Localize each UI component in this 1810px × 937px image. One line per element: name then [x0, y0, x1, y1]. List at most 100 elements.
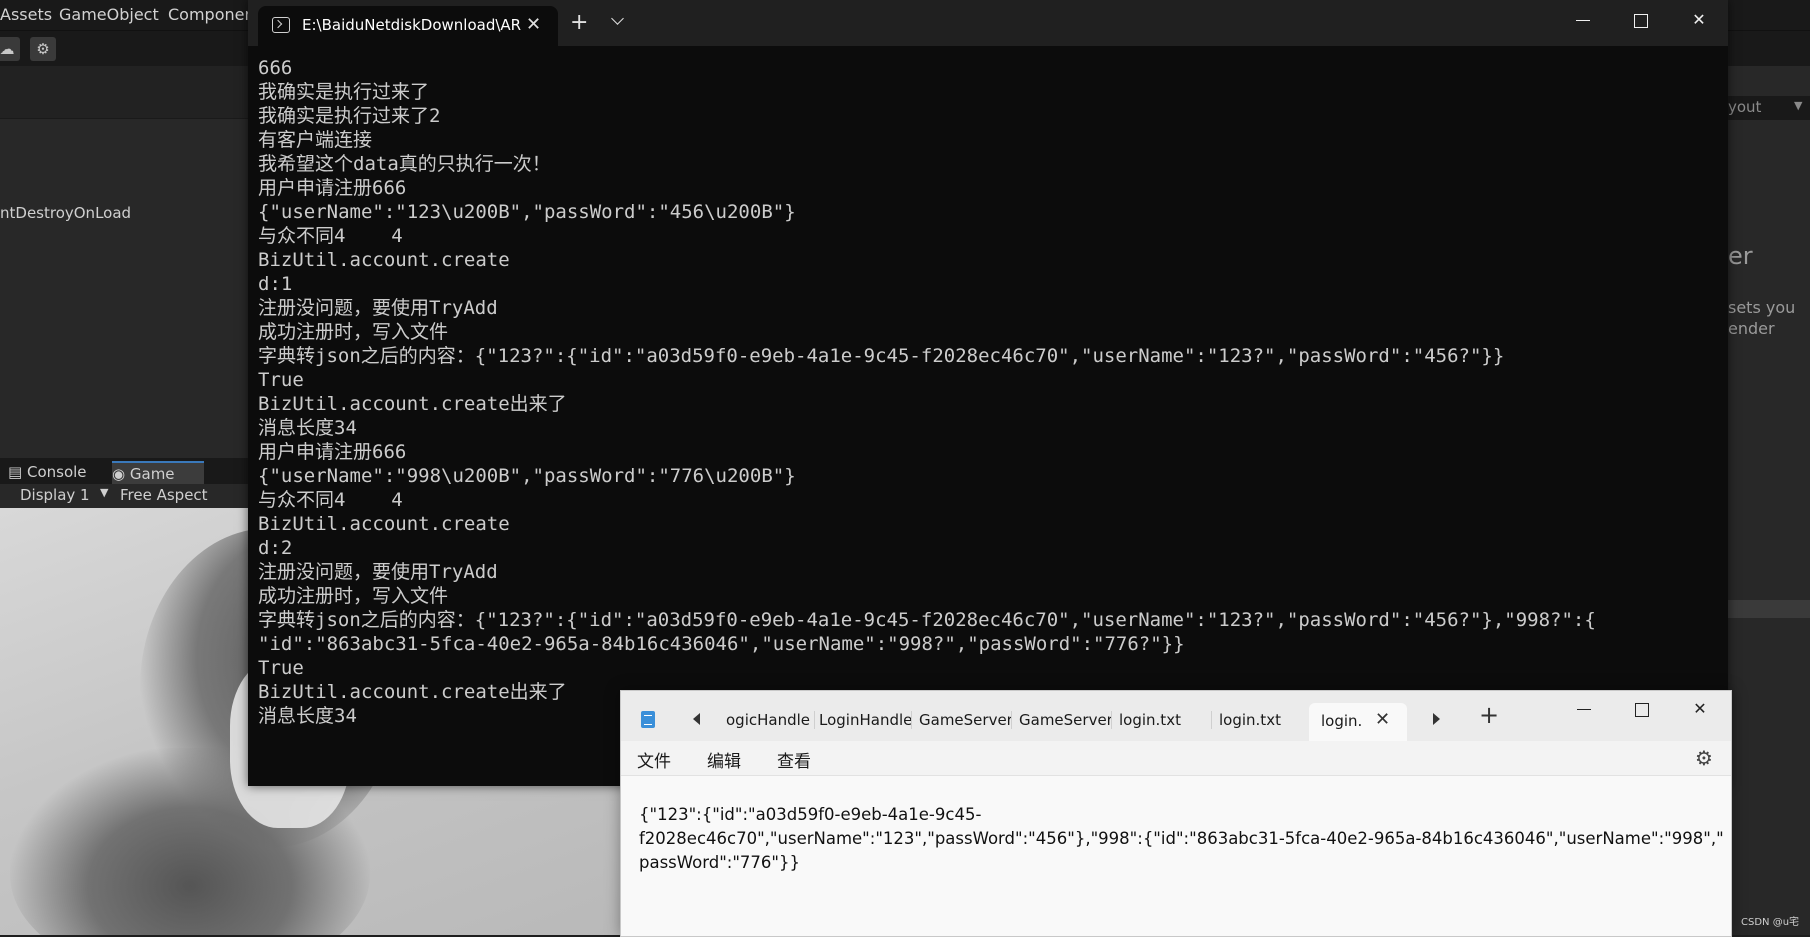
terminal-line: 有客户端连接: [258, 129, 373, 151]
chevron-down-icon[interactable]: [611, 12, 624, 25]
new-tab-button[interactable]: +: [1479, 701, 1499, 729]
inspector-row: [1728, 600, 1810, 618]
gamepad-icon: ◉: [112, 465, 126, 483]
close-button[interactable]: ✕: [1670, 0, 1728, 40]
terminal-line: 与众不同4 4: [258, 489, 403, 511]
notepad-tab[interactable]: login.txt: [1119, 711, 1212, 729]
editor-line: f2028ec46c70","userName":"123","passWord…: [639, 829, 1724, 848]
menu-gameobject[interactable]: GameObject: [59, 5, 159, 24]
terminal-line: {"userName":"998\u200B","passWord":"776\…: [258, 465, 796, 487]
gear-icon[interactable]: ⚙: [1695, 746, 1713, 770]
terminal-line: 我希望这个data真的只执行一次！: [258, 153, 551, 175]
notepad-tab[interactable]: GameServer.: [919, 711, 1012, 729]
close-icon[interactable]: ✕: [1375, 709, 1390, 730]
terminal-line: {"userName":"123\u200B","passWord":"456\…: [258, 201, 796, 223]
terminal-line: 注册没问题，要使用TryAdd: [258, 561, 498, 583]
notepad-tab[interactable]: GameServer.: [1019, 711, 1112, 729]
display-select[interactable]: Display 1: [20, 486, 90, 504]
maximize-button[interactable]: [1613, 691, 1671, 727]
notepad-tab-active[interactable]: login. ✕: [1309, 703, 1407, 741]
notepad-tab[interactable]: LoginHandle: [819, 711, 912, 729]
menu-edit[interactable]: 编辑: [707, 747, 741, 772]
tab-game-label: Game: [129, 465, 175, 483]
terminal-line: 字典转json之后的内容：{"123?":{"id":"a03d59f0-e9e…: [258, 345, 1505, 367]
notepad-titlebar: ogicHandle LoginHandle GameServer. GameS…: [621, 691, 1731, 741]
notepad-icon: [641, 711, 655, 728]
terminal-window: E:\BaiduNetdiskDownload\AR ✕ + ✕ 666 我确实是…: [248, 0, 1728, 786]
close-icon[interactable]: ✕: [526, 14, 541, 35]
layout-label: yout: [1728, 98, 1762, 116]
maximize-icon: [1634, 13, 1648, 28]
scroll-tabs-right-icon[interactable]: [1433, 713, 1440, 725]
menu-file[interactable]: 文件: [637, 747, 671, 772]
close-button[interactable]: ✕: [1671, 691, 1729, 727]
tab-game[interactable]: ◉ Game: [112, 461, 204, 485]
new-tab-button[interactable]: +: [570, 10, 588, 35]
terminal-line: BizUtil.account.create出来了: [258, 393, 567, 415]
game-tabs: ▤ Console ◉ Game: [0, 458, 250, 485]
terminal-tab[interactable]: E:\BaiduNetdiskDownload\AR ✕: [258, 6, 558, 46]
terminal-line: 成功注册时，写入文件: [258, 321, 449, 343]
inspector-panel: yout ▼ er sets you ender: [1728, 66, 1810, 935]
minimize-icon: [1577, 709, 1591, 710]
minimize-button[interactable]: [1555, 691, 1613, 727]
dropdown-arrow-icon[interactable]: ▼: [100, 486, 108, 499]
terminal-line: BizUtil.account.create: [258, 249, 510, 271]
terminal-line: d:1: [258, 273, 293, 295]
maximize-icon: [1635, 702, 1649, 717]
menu-assets[interactable]: Assets: [0, 5, 52, 24]
terminal-line: 我确实是执行过来了: [258, 81, 430, 103]
close-icon: ✕: [1692, 10, 1706, 29]
terminal-line: 与众不同4 4: [258, 225, 403, 247]
terminal-tab-title: E:\BaiduNetdiskDownload\AR: [302, 16, 522, 34]
terminal-line: 成功注册时，写入文件: [258, 585, 449, 607]
notepad-tab[interactable]: login.txt: [1219, 711, 1301, 729]
terminal-line: 用户申请注册666: [258, 177, 407, 199]
terminal-line: 666: [258, 57, 293, 79]
hierarchy-panel: ntDestroyOnLoad: [0, 66, 250, 460]
close-icon: ✕: [1693, 699, 1707, 718]
notepad-window: ogicHandle LoginHandle GameServer. GameS…: [620, 690, 1732, 937]
minimize-icon: [1576, 20, 1590, 21]
terminal-line: 字典转json之后的内容：{"123?":{"id":"a03d59f0-e9e…: [258, 609, 1596, 631]
inspector-heading: er: [1728, 242, 1753, 270]
game-view-toolbar: Display 1 ▼ Free Aspect: [0, 484, 250, 508]
hierarchy-search[interactable]: [0, 92, 250, 119]
terminal-line: 注册没问题，要使用TryAdd: [258, 297, 498, 319]
menu-view[interactable]: 查看: [777, 747, 811, 772]
terminal-line: BizUtil.account.create: [258, 513, 510, 535]
scroll-tabs-left-icon[interactable]: [693, 713, 700, 725]
terminal-line: 我确实是执行过来了2: [258, 105, 441, 127]
editor-line: {"123":{"id":"a03d59f0-e9eb-4a1e-9c45-: [639, 805, 982, 824]
editor-line: passWord":"776"}}: [639, 853, 801, 872]
notepad-editor[interactable]: {"123":{"id":"a03d59f0-e9eb-4a1e-9c45- f…: [639, 803, 1724, 875]
dropdown-arrow-icon: ▼: [1794, 99, 1803, 112]
notepad-tab[interactable]: ogicHandle: [726, 711, 815, 729]
cloud-icon[interactable]: ☁: [0, 37, 20, 61]
hierarchy-item[interactable]: ntDestroyOnLoad: [0, 204, 131, 222]
watermark: CSDN @u宅: [1741, 917, 1800, 928]
inspector-text: ender: [1728, 319, 1775, 338]
hierarchy-header: [0, 66, 250, 93]
terminal-line: True: [258, 657, 304, 679]
layout-dropdown[interactable]: yout ▼: [1728, 96, 1810, 120]
notepad-tab-active-label: login.: [1321, 712, 1363, 730]
menu-component[interactable]: Componen: [168, 5, 255, 24]
terminal-output[interactable]: 666 我确实是执行过来了 我确实是执行过来了2 有客户端连接 我希望这个data真的只…: [258, 56, 1718, 728]
tab-console-label: Console: [26, 463, 87, 481]
inspector-text: sets you: [1728, 298, 1796, 317]
console-icon: ▤: [8, 463, 23, 481]
terminal-line: 消息长度34: [258, 417, 357, 439]
settings-icon[interactable]: ⚙: [30, 37, 56, 61]
terminal-line: True: [258, 369, 304, 391]
terminal-titlebar: E:\BaiduNetdiskDownload\AR ✕ + ✕: [248, 0, 1728, 46]
maximize-button[interactable]: [1612, 0, 1670, 40]
minimize-button[interactable]: [1554, 0, 1612, 40]
terminal-line: d:2: [258, 537, 293, 559]
terminal-icon: [272, 17, 290, 33]
terminal-line: 用户申请注册666: [258, 441, 407, 463]
tab-console[interactable]: ▤ Console: [8, 461, 108, 483]
aspect-select[interactable]: Free Aspect: [120, 486, 208, 504]
terminal-line: "id":"863abc31-5fca-40e2-965a-84b16c4360…: [258, 633, 1185, 655]
notepad-menubar: 文件 编辑 查看 ⚙: [621, 741, 1731, 776]
